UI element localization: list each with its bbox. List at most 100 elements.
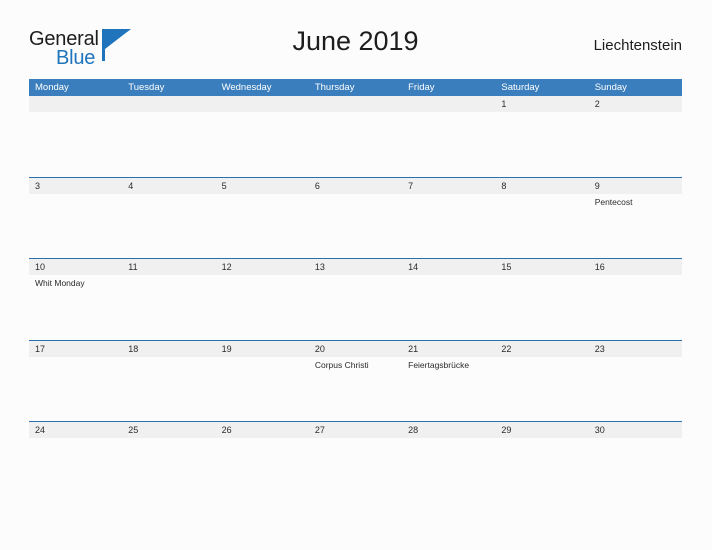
day-cell[interactable] <box>589 112 682 176</box>
weekday-header-row: Monday Tuesday Wednesday Thursday Friday… <box>29 79 682 96</box>
day-cell[interactable] <box>29 194 122 258</box>
day-cell[interactable] <box>495 357 588 421</box>
day-number[interactable]: 19 <box>216 341 309 357</box>
day-number[interactable]: 22 <box>495 341 588 357</box>
day-cell[interactable] <box>402 275 495 339</box>
day-cell[interactable]: Corpus Christi <box>309 357 402 421</box>
day-number[interactable]: 1 <box>495 96 588 112</box>
day-cell[interactable] <box>122 194 215 258</box>
day-cell[interactable]: Pentecost <box>589 194 682 258</box>
day-cell[interactable] <box>309 112 402 176</box>
day-number[interactable]: 11 <box>122 259 215 275</box>
week-row: 17 18 19 20 21 22 23 Corpus Christi Feie… <box>29 339 682 422</box>
day-cell[interactable] <box>216 357 309 421</box>
day-number[interactable]: 15 <box>495 259 588 275</box>
day-cell[interactable] <box>122 438 215 502</box>
day-cell[interactable] <box>29 112 122 176</box>
weekday-header-saturday: Saturday <box>501 82 540 93</box>
day-cell[interactable] <box>216 194 309 258</box>
day-number[interactable]: 12 <box>216 259 309 275</box>
day-number[interactable]: 2 <box>589 96 682 112</box>
week-row: 24 25 26 27 28 29 30 <box>29 421 682 503</box>
day-number[interactable]: 9 <box>589 178 682 194</box>
day-number[interactable]: 14 <box>402 259 495 275</box>
day-cell[interactable] <box>402 112 495 176</box>
day-cell[interactable] <box>495 194 588 258</box>
day-number[interactable]: 28 <box>402 422 495 438</box>
day-number[interactable]: 27 <box>309 422 402 438</box>
day-number[interactable]: 7 <box>402 178 495 194</box>
day-number[interactable]: 16 <box>589 259 682 275</box>
calendar-grid: Monday Tuesday Wednesday Thursday Friday… <box>29 79 682 503</box>
week-row: 3 4 5 6 7 8 9 Pentecost <box>29 176 682 259</box>
day-cell[interactable] <box>216 275 309 339</box>
day-number[interactable]: 3 <box>29 178 122 194</box>
day-number[interactable]: 6 <box>309 178 402 194</box>
event-label: Pentecost <box>594 196 633 207</box>
day-cell[interactable] <box>402 438 495 502</box>
day-cell[interactable] <box>122 275 215 339</box>
day-number[interactable]: 8 <box>495 178 588 194</box>
day-number[interactable]: 5 <box>216 178 309 194</box>
page-title: June 2019 <box>292 26 419 56</box>
weekday-header-monday: Monday <box>35 82 69 93</box>
weekday-header-thursday: Thursday <box>314 82 355 93</box>
day-number[interactable]: 4 <box>122 178 215 194</box>
day-number[interactable]: 29 <box>495 422 588 438</box>
day-cell[interactable] <box>495 438 588 502</box>
weekday-header-wednesday: Wednesday <box>221 82 272 93</box>
day-cell[interactable] <box>589 438 682 502</box>
weekday-header-friday: Friday <box>408 82 435 93</box>
day-cell[interactable] <box>29 438 122 502</box>
week-date-strip: 10 11 12 13 14 15 16 <box>29 259 682 275</box>
day-number[interactable]: 25 <box>122 422 215 438</box>
day-number[interactable] <box>122 96 215 112</box>
week-event-area: Pentecost <box>29 193 682 258</box>
day-number[interactable]: 24 <box>29 422 122 438</box>
week-date-strip: 24 25 26 27 28 29 30 <box>29 422 682 438</box>
day-cell[interactable]: Whit Monday <box>29 275 122 339</box>
day-number[interactable] <box>216 96 309 112</box>
day-cell[interactable] <box>216 438 309 502</box>
calendar-page: General Blue June 2019 Liechtenstein Mon… <box>0 0 712 550</box>
weekday-header-tuesday: Tuesday <box>128 82 165 93</box>
day-cell[interactable] <box>402 194 495 258</box>
event-label: Whit Monday <box>35 278 85 288</box>
region-label: Liechtenstein <box>593 37 682 54</box>
page-header: General Blue June 2019 Liechtenstein <box>29 26 682 74</box>
day-cell[interactable] <box>495 275 588 339</box>
week-date-strip: 17 18 19 20 21 22 23 <box>29 340 682 357</box>
week-date-strip: 3 4 5 6 7 8 9 <box>29 177 682 194</box>
day-number[interactable] <box>309 96 402 112</box>
week-event-area: Whit Monday <box>29 275 682 339</box>
day-cell[interactable]: Feiertagsbrücke <box>402 357 495 421</box>
day-cell[interactable] <box>309 438 402 502</box>
day-cell[interactable] <box>309 194 402 258</box>
event-label: Corpus Christi <box>314 359 369 370</box>
day-cell[interactable] <box>29 357 122 421</box>
weekday-header-sunday: Sunday <box>594 82 627 93</box>
week-row: 10 11 12 13 14 15 16 Whit Monday <box>29 258 682 340</box>
day-number[interactable]: 13 <box>309 259 402 275</box>
day-number[interactable]: 30 <box>589 422 682 438</box>
day-number[interactable]: 23 <box>589 341 682 357</box>
day-number[interactable]: 21 <box>402 341 495 357</box>
day-cell[interactable] <box>309 275 402 339</box>
day-cell[interactable] <box>122 357 215 421</box>
week-date-strip: 1 2 <box>29 96 682 112</box>
day-cell[interactable] <box>216 112 309 176</box>
day-number[interactable]: 18 <box>122 341 215 357</box>
day-cell[interactable] <box>589 357 682 421</box>
day-cell[interactable] <box>589 275 682 339</box>
day-number[interactable]: 17 <box>29 341 122 357</box>
day-number[interactable] <box>29 96 122 112</box>
day-cell[interactable] <box>122 112 215 176</box>
event-label: Feiertagsbrücke <box>408 359 470 370</box>
day-number[interactable]: 20 <box>309 341 402 357</box>
day-number[interactable]: 26 <box>216 422 309 438</box>
day-cell[interactable] <box>495 112 588 176</box>
week-event-area <box>29 438 682 502</box>
week-row: 1 2 <box>29 96 682 177</box>
day-number[interactable]: 10 <box>29 259 122 275</box>
day-number[interactable] <box>402 96 495 112</box>
